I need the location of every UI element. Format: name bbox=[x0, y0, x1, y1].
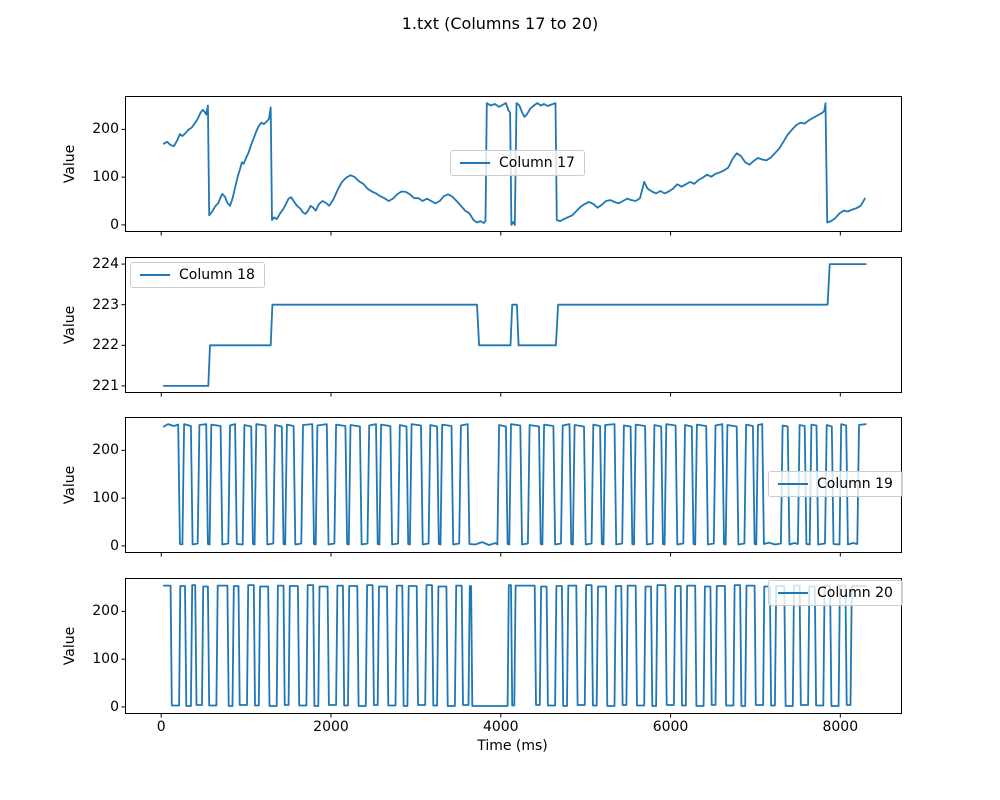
x-tick-label: 6000 bbox=[641, 719, 701, 735]
legend-column-18: Column 18 bbox=[130, 262, 265, 288]
y-tick-label: 224 bbox=[74, 256, 119, 272]
series-line-2 bbox=[164, 424, 866, 545]
x-tick-label: 0 bbox=[131, 719, 191, 735]
legend-label: Column 17 bbox=[499, 155, 575, 171]
x-tick-label: 4000 bbox=[471, 719, 531, 735]
legend-line-swatch bbox=[778, 483, 808, 485]
x-tick-label: 8000 bbox=[810, 719, 870, 735]
y-tick-label: 0 bbox=[74, 538, 119, 554]
legend-label: Column 20 bbox=[817, 585, 893, 601]
figure-title: 1.txt (Columns 17 to 20) bbox=[0, 14, 1000, 33]
y-tick-label: 200 bbox=[74, 442, 119, 458]
series-line-1 bbox=[164, 264, 866, 386]
y-tick-label: 221 bbox=[74, 378, 119, 394]
y-tick-label: 0 bbox=[74, 217, 119, 233]
x-tick-label: 2000 bbox=[301, 719, 361, 735]
y-tick-label: 222 bbox=[74, 337, 119, 353]
legend-column-19: Column 19 bbox=[768, 471, 903, 497]
y-tick-label: 100 bbox=[74, 490, 119, 506]
y-tick-label: 223 bbox=[74, 297, 119, 313]
legend-label: Column 18 bbox=[179, 267, 255, 283]
y-tick-label: 0 bbox=[74, 699, 119, 715]
y-tick-label: 200 bbox=[74, 603, 119, 619]
x-axis-label: Time (ms) bbox=[125, 738, 900, 754]
y-tick-label: 100 bbox=[74, 169, 119, 185]
y-tick-label: 100 bbox=[74, 651, 119, 667]
legend-line-swatch bbox=[140, 274, 170, 276]
legend-line-swatch bbox=[460, 162, 490, 164]
legend-line-swatch bbox=[778, 592, 808, 594]
legend-column-17: Column 17 bbox=[450, 150, 585, 176]
legend-label: Column 19 bbox=[817, 476, 893, 492]
figure: 1.txt (Columns 17 to 20) Value 0100200 V… bbox=[0, 0, 1000, 800]
y-tick-label: 200 bbox=[74, 121, 119, 137]
series-line-3 bbox=[164, 585, 866, 706]
legend-column-20: Column 20 bbox=[768, 580, 903, 606]
